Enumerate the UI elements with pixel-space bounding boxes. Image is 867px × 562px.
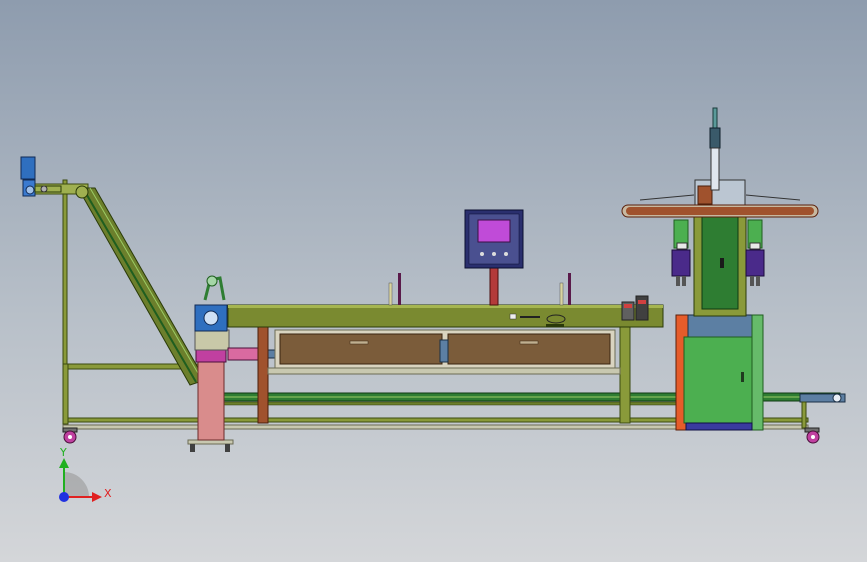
cabinet-handle[interactable] [741, 372, 744, 382]
hmi-button[interactable] [480, 252, 484, 256]
motor-icon [203, 310, 219, 326]
table-leg-right [619, 326, 631, 424]
hmi-panel[interactable] [464, 209, 524, 306]
pedestal-column [197, 359, 225, 441]
y-axis-arrow [59, 458, 69, 468]
incline-pulley-top [75, 185, 89, 199]
left-lower-rail [62, 363, 69, 425]
picker-right [745, 219, 765, 286]
table-crossbar [267, 367, 621, 375]
cad-viewport[interactable]: Y X [0, 0, 867, 562]
incline-belt [77, 187, 206, 386]
x-axis-arrow [92, 492, 102, 502]
cylinder-icon [709, 107, 721, 191]
caster-icon [62, 427, 78, 444]
right-leg [801, 401, 807, 429]
hmi-button[interactable] [492, 252, 496, 256]
guide-rod [388, 282, 393, 306]
z-axis-dot [59, 492, 69, 502]
hmi-button[interactable] [504, 252, 508, 256]
right-machine [621, 107, 819, 431]
pedestal-base-block [194, 329, 230, 351]
cabinet-base [685, 422, 753, 431]
table-leg-left [257, 326, 269, 424]
drawer-left[interactable] [279, 333, 443, 365]
guide-rod [568, 273, 571, 305]
guide-rod [398, 273, 401, 305]
guide-rod [559, 282, 564, 306]
cabinet-upper-blue [687, 314, 753, 338]
table-top [227, 304, 664, 328]
x-axis-label: X [104, 487, 112, 500]
coordinate-triad: Y X [59, 446, 112, 502]
touch-screen-icon[interactable] [477, 219, 511, 243]
caster-icon [804, 427, 820, 444]
cabinet-side-green [751, 314, 764, 431]
drawer-right[interactable] [447, 333, 611, 365]
incline-conveyor [20, 156, 206, 431]
y-axis-label: Y [59, 446, 67, 459]
hmi-pole [489, 267, 499, 306]
leveling-feet [187, 439, 234, 452]
lower-belt-rail [199, 401, 681, 406]
motor-icon [20, 156, 62, 197]
pedestal-collar [195, 348, 227, 363]
picker-left [671, 219, 691, 286]
triad-arc [64, 472, 89, 497]
